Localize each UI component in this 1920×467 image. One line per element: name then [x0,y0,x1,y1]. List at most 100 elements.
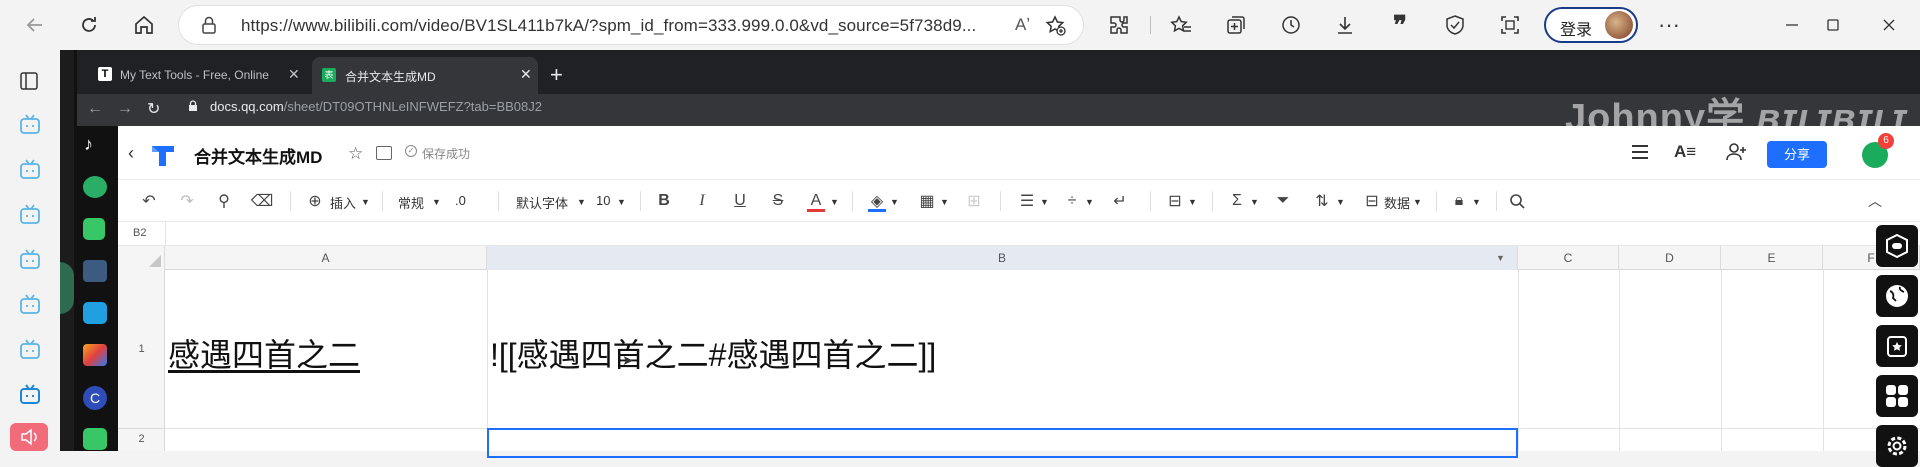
horizontal-align-icon[interactable]: ☰ [1018,192,1036,210]
fill-color-icon[interactable]: ◈ [868,192,886,212]
chevron-down-icon[interactable]: ▼ [432,197,441,207]
tiktok-icon[interactable]: ♪ [84,134,106,156]
column-menu-icon[interactable]: ▼ [1496,253,1505,263]
bilibili-tab-icon[interactable] [18,384,42,406]
data-menu[interactable]: 数据 [1384,193,1410,212]
bilibili-tab-icon[interactable] [18,249,42,271]
undo-icon[interactable]: ↶ [140,192,158,210]
vertical-align-icon[interactable]: ÷ [1063,192,1081,210]
wrap-text-icon[interactable]: ↵ [1111,192,1129,210]
read-aloud-icon[interactable]: Aʼ [1015,15,1030,35]
bilibili-tab-icon[interactable] [18,339,42,361]
cursor-app-icon[interactable]: C [83,386,107,410]
freeze-icon[interactable]: ⊟ [1166,192,1184,210]
close-icon[interactable] [1872,8,1906,42]
bilibili-app-icon[interactable] [83,302,107,324]
folder-icon[interactable] [376,146,392,160]
row-header-1[interactable]: 1 [118,343,165,355]
chevron-down-icon[interactable]: ▼ [1472,197,1481,207]
favorite-add-icon[interactable] [1045,15,1067,37]
chevron-down-icon[interactable]: ▼ [1188,197,1197,207]
decimal-stepper[interactable]: .0 [455,193,466,208]
column-header-a[interactable]: A [165,246,487,270]
chevron-down-icon[interactable]: ▼ [577,197,586,207]
refresh-icon[interactable] [72,8,106,42]
forward-icon[interactable]: → [117,100,133,118]
downloads-icon[interactable] [1328,8,1362,42]
back-icon[interactable]: ← [87,100,103,118]
browser-essentials-icon[interactable] [1438,8,1472,42]
airtable-icon[interactable] [83,344,107,366]
insert-icon[interactable]: ⊕ [306,192,324,210]
menu-icon[interactable] [1630,143,1650,161]
favorites-icon[interactable] [1164,8,1198,42]
strikethrough-icon[interactable]: S [769,192,787,210]
collections-icon[interactable] [1219,8,1253,42]
bookmark-star-icon[interactable] [1876,325,1918,367]
tab-close-icon[interactable]: ✕ [520,66,532,83]
text-format-icon[interactable]: A≡ [1674,142,1696,162]
cell-b2-selection[interactable] [487,428,1518,458]
globe-icon[interactable] [1876,275,1918,317]
history-icon[interactable] [1274,8,1308,42]
evernote-icon[interactable] [83,218,105,240]
italic-icon[interactable]: I [693,192,711,210]
star-icon[interactable]: ☆ [348,144,363,164]
settings-app-icon[interactable] [83,260,107,282]
column-header-b[interactable]: B [487,246,1518,270]
chevron-down-icon[interactable]: ▼ [1085,197,1094,207]
maximize-icon[interactable] [1816,8,1850,42]
format-painter-icon[interactable]: ⚲ [215,192,233,210]
cell-a1[interactable]: 感遇四首之二 [168,330,360,376]
address-bar[interactable]: https://www.bilibili.com/video/BV1SL411b… [178,5,1084,45]
bilibili-tab-icon[interactable] [18,204,42,226]
font-family-select[interactable]: 默认字体 [516,193,568,212]
minimize-icon[interactable] [1775,8,1809,42]
quotes-icon[interactable]: ❞ [1383,8,1417,42]
evernote-icon[interactable] [83,428,107,450]
lock-icon[interactable] [201,16,217,34]
chevron-down-icon[interactable]: ▼ [1250,197,1259,207]
chevron-down-icon[interactable]: ▼ [830,197,839,207]
tab-my-text-tools[interactable]: T My Text Tools - Free, Online ✕ [92,57,310,94]
data-icon[interactable]: ⊟ [1363,192,1381,210]
chevron-down-icon[interactable]: ▼ [617,197,626,207]
bilibili-tab-icon[interactable] [18,159,42,181]
refresh-icon[interactable]: ↻ [147,99,160,119]
column-header-c[interactable]: C [1518,246,1619,270]
settings-gear-icon[interactable] [1876,425,1918,467]
select-all-corner[interactable] [118,246,165,270]
chevron-down-icon[interactable]: ▼ [1336,197,1345,207]
wechat-icon[interactable] [83,176,107,198]
collapse-toolbar-icon[interactable]: ︿ [1866,192,1884,210]
page-title[interactable]: 合并文本生成MD [194,143,322,168]
tab-actions-icon[interactable] [18,70,42,92]
cell-b1[interactable]: ![[感遇四首之二#感遇四首之二]] [490,330,936,376]
protect-icon[interactable]: 🔒︎ [1450,192,1468,210]
home-icon[interactable] [127,8,161,42]
screenshot-icon[interactable] [1493,8,1527,42]
tab-merged-md[interactable]: 表 合并文本生成MD ✕ [312,57,538,94]
number-format-select[interactable]: 常规 [398,193,424,212]
sort-icon[interactable]: ⇅ [1313,192,1331,210]
cell-reference[interactable]: B2 [133,227,146,239]
add-collaborator-icon[interactable] [1725,142,1747,162]
column-header-e[interactable]: E [1721,246,1823,270]
chevron-down-icon[interactable]: ▼ [1040,197,1049,207]
insert-menu[interactable]: 插入 [330,193,356,212]
extensions-icon[interactable] [1102,8,1136,42]
bold-icon[interactable]: B [655,192,673,210]
formula-bar[interactable] [118,222,1920,246]
bilibili-tab-icon[interactable] [18,114,42,136]
underline-icon[interactable]: U [731,192,749,210]
collapse-icon[interactable]: ‹ [128,143,134,164]
back-icon[interactable] [18,8,52,42]
login-button[interactable]: 登录 [1544,7,1638,43]
bilibili-tab-icon[interactable] [18,294,42,316]
grid-apps-icon[interactable] [1876,375,1918,417]
search-icon[interactable] [1508,192,1526,210]
capsule-icon[interactable] [1876,225,1918,267]
font-color-icon[interactable]: A [807,192,825,212]
row-header-2[interactable]: 2 [118,433,165,445]
chevron-down-icon[interactable]: ▼ [940,197,949,207]
